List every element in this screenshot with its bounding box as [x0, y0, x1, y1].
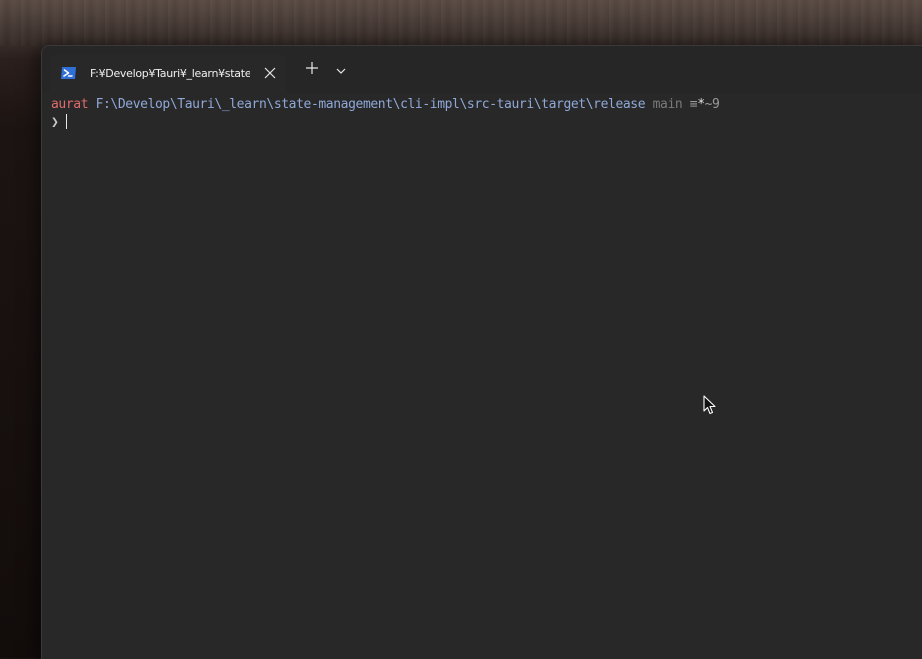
git-status-star: *	[697, 97, 705, 112]
powershell-icon	[60, 65, 77, 79]
terminal-output[interactable]: aurat F:\Develop\Tauri\_learn\state-mana…	[42, 93, 922, 659]
prompt-user: aurat	[51, 97, 89, 112]
close-icon[interactable]	[262, 65, 278, 81]
chevron-down-icon[interactable]	[334, 62, 348, 74]
desktop-wallpaper	[0, 0, 922, 46]
terminal-window: F:¥Develop¥Tauri¥_learn¥state-management…	[41, 45, 922, 659]
tab-active[interactable]: F:¥Develop¥Tauri¥_learn¥state-management…	[50, 54, 286, 93]
git-status-suffix: ~9	[704, 97, 720, 112]
tab-title: F:¥Develop¥Tauri¥_learn¥state-management…	[90, 67, 250, 80]
input-line[interactable]: ❯	[51, 114, 68, 131]
text-cursor	[66, 114, 68, 129]
mouse-cursor-icon	[703, 395, 717, 415]
title-bar: F:¥Develop¥Tauri¥_learn¥state-management…	[42, 46, 922, 93]
prompt-path: F:\Develop\Tauri\_learn\state-management…	[95, 97, 646, 112]
prompt-symbol: ❯	[51, 115, 59, 130]
git-branch: main	[652, 97, 683, 112]
plus-icon[interactable]	[304, 60, 320, 76]
prompt-line: aurat F:\Develop\Tauri\_learn\state-mana…	[51, 97, 720, 113]
